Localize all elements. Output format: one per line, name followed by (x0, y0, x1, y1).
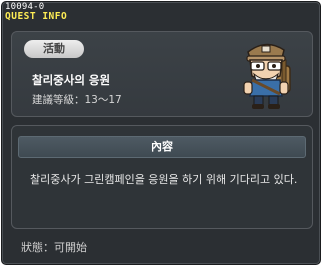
quest-status: 狀態：可開始 (21, 241, 87, 254)
quest-name: 찰리중사의 응원 (32, 73, 111, 87)
content-header: 內容 (18, 136, 306, 158)
quest-info-window: 10094-0 QUEST INFO 活動 찰리중사의 응원 建議等級：13～1… (1, 1, 321, 265)
quest-content-panel: 內容 찰리중사가 그린캠페인을 응원을 하기 위해 기다리고 있다. (11, 125, 313, 229)
quest-summary-panel: 活動 찰리중사의 응원 建議等級：13～17 (11, 31, 313, 117)
sergeant-charlie-npc-icon (238, 36, 296, 110)
category-badge: 活動 (24, 40, 84, 58)
quest-description: 찰리중사가 그린캠페인을 응원을 하기 위해 기다리고 있다. (30, 173, 298, 186)
window-title: QUEST INFO (5, 11, 68, 22)
recommended-level: 建議等級：13～17 (32, 94, 122, 106)
